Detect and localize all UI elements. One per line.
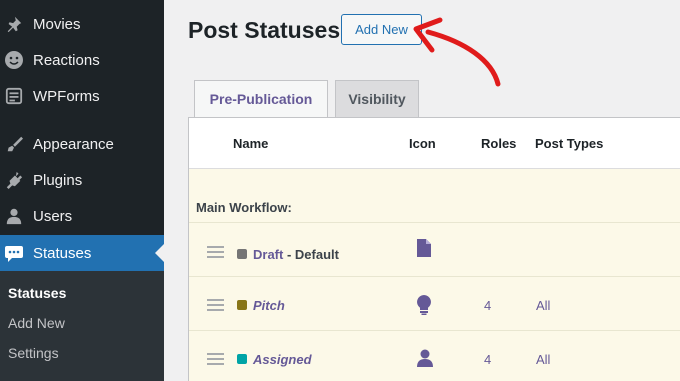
submenu-settings[interactable]: Settings (8, 345, 59, 361)
roles-count: 4 (484, 298, 492, 313)
status-color-dot (237, 300, 247, 310)
post-types: All (536, 298, 551, 313)
forms-icon (4, 86, 24, 106)
column-header-post-types: Post Types (535, 136, 604, 151)
menu-label: Statuses (33, 244, 92, 262)
submenu-statuses[interactable]: Statuses (8, 285, 66, 301)
admin-sidebar: Movies Reactions WPForms Appearance Plug… (0, 0, 164, 381)
menu-item-wpforms[interactable]: WPForms (0, 78, 164, 114)
status-name[interactable]: Draft - Default (253, 247, 339, 262)
drag-handle-icon[interactable] (207, 353, 224, 368)
tab-pre-publication[interactable]: Pre-Publication (194, 80, 328, 117)
user-icon (4, 206, 24, 226)
menu-label: Appearance (33, 135, 114, 153)
status-color-dot (237, 354, 247, 364)
statuses-submenu: Statuses Add New Settings (0, 271, 164, 381)
person-icon (417, 349, 433, 372)
menu-item-appearance[interactable]: Appearance (0, 126, 164, 162)
group-label: Main Workflow: (196, 200, 292, 215)
smiley-icon (4, 50, 24, 70)
menu-item-statuses[interactable]: Statuses (0, 235, 164, 271)
menu-label: Reactions (33, 51, 100, 69)
speech-bubble-icon (4, 243, 24, 263)
column-header-icon: Icon (409, 136, 436, 151)
submenu-add-new[interactable]: Add New (8, 315, 65, 331)
menu-label: WPForms (33, 87, 100, 105)
menu-label: Users (33, 207, 73, 225)
status-name[interactable]: Pitch (253, 298, 285, 313)
column-header-roles: Roles (481, 136, 517, 151)
post-types: All (536, 352, 551, 367)
default-label: - Default (283, 247, 339, 262)
lightbulb-icon (417, 295, 431, 320)
status-color-dot (237, 249, 247, 259)
menu-item-movies[interactable]: Movies (0, 6, 164, 42)
statuses-table: Name Icon Roles Post Types Main Workflow… (188, 117, 680, 381)
pin-icon (4, 14, 24, 34)
drag-handle-icon[interactable] (207, 299, 224, 314)
menu-item-plugins[interactable]: Plugins (0, 162, 164, 198)
column-header-name: Name (233, 136, 269, 151)
tab-visibility[interactable]: Visibility (335, 80, 419, 117)
status-name[interactable]: Assigned (253, 352, 312, 367)
roles-count: 4 (484, 352, 492, 367)
annotation-arrow-icon (413, 17, 501, 87)
page-title: Post Statuses (188, 17, 341, 43)
menu-label: Plugins (33, 171, 83, 189)
menu-item-reactions[interactable]: Reactions (0, 42, 164, 78)
status-name-text[interactable]: Draft (253, 247, 283, 262)
plug-icon (4, 170, 24, 190)
menu-item-users[interactable]: Users (0, 198, 164, 234)
menu-label: Movies (33, 15, 81, 33)
table-body: Main Workflow: Draft - Default Pitch 4 A… (189, 168, 680, 381)
drag-handle-icon[interactable] (207, 246, 224, 261)
document-icon (417, 239, 431, 262)
paintbrush-icon (4, 134, 24, 154)
